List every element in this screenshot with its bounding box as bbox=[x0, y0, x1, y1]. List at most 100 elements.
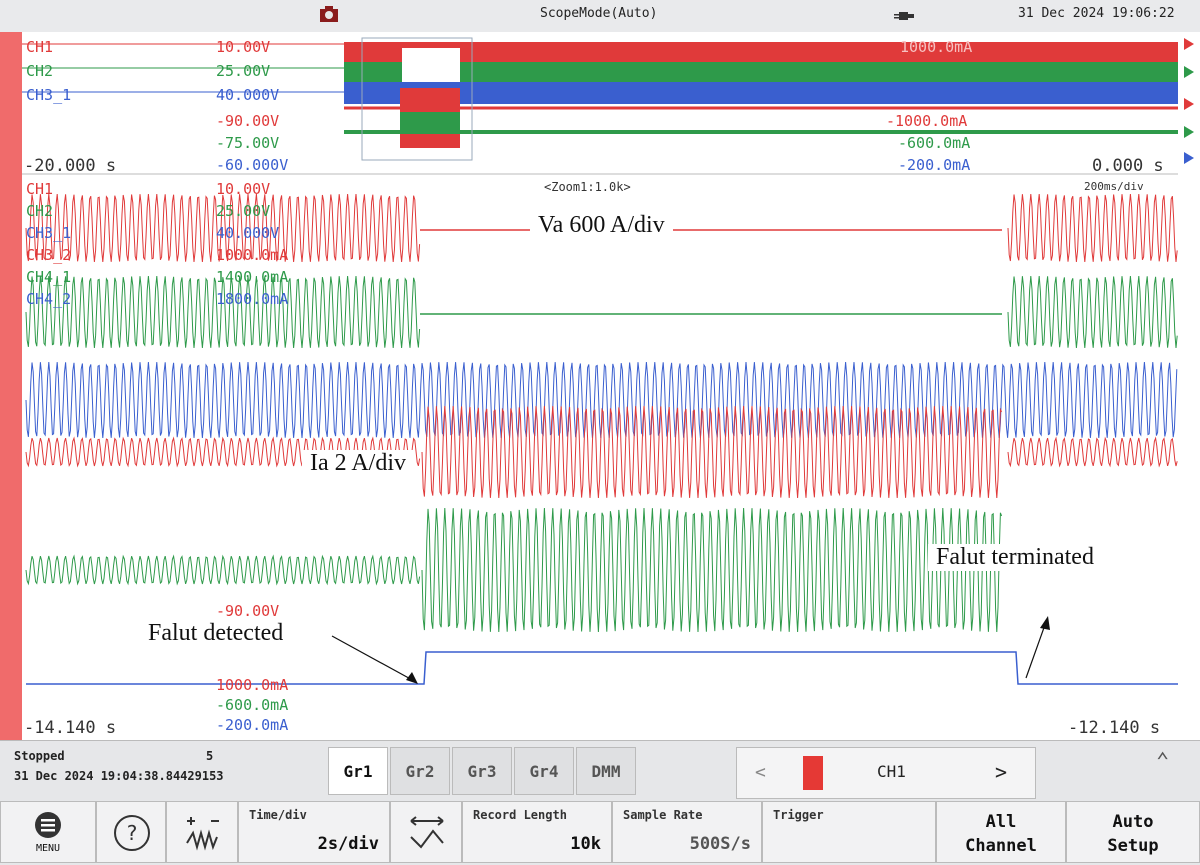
zoom-ib-pre bbox=[25, 554, 421, 586]
acq-timestamp: 31 Dec 2024 19:04:38.84429153 bbox=[14, 769, 224, 783]
zoom-vb-pre bbox=[25, 275, 421, 349]
zoom-va-post bbox=[1007, 193, 1178, 263]
zoom-ch3-2-scale: 1000.0mA bbox=[216, 246, 289, 264]
ov-neg-v-1: -90.00V bbox=[216, 112, 280, 130]
level-markers bbox=[1184, 38, 1194, 164]
zoom-bottom-a1: 1000.0mA bbox=[216, 676, 289, 694]
sample-rate-control[interactable]: Sample Rate 500S/s bbox=[612, 801, 762, 863]
ov-ch2-name: CH2 bbox=[26, 62, 54, 80]
tab-gr4[interactable]: Gr4 bbox=[514, 747, 574, 795]
svg-text:?: ? bbox=[127, 821, 138, 845]
acq-count: 5 bbox=[206, 749, 214, 763]
ov-neg-a-1: -1000.0mA bbox=[886, 112, 968, 130]
zoom-ch4-1-scale: 1400.0mA bbox=[216, 268, 289, 286]
sample-rate-label: Sample Rate bbox=[623, 808, 703, 822]
overview-zoom-ch1b bbox=[400, 132, 460, 148]
tab-gr2[interactable]: Gr2 bbox=[390, 747, 450, 795]
ov-time-start: -20.000 s bbox=[24, 156, 117, 176]
menu-label: MENU bbox=[35, 843, 61, 854]
overview-band-ch2 bbox=[344, 62, 1178, 82]
ov-neg-v-2: -75.00V bbox=[216, 134, 280, 152]
zoom-ch3-1-name: CH3_1 bbox=[26, 224, 72, 242]
ov-neg-a-2: -600.0mA bbox=[898, 134, 971, 152]
zoom-ib-fault bbox=[421, 507, 1003, 633]
menu-button[interactable]: MENU bbox=[0, 801, 96, 863]
record-length-control[interactable]: Record Length 10k bbox=[462, 801, 612, 863]
tab-gr3[interactable]: Gr3 bbox=[452, 747, 512, 795]
all-channel-line2: Channel bbox=[965, 836, 1037, 856]
arrow-terminated-line bbox=[1025, 621, 1047, 679]
zoom-ch3-2-name: CH3_2 bbox=[26, 246, 72, 264]
waveform-display[interactable]: CH1 10.00V CH2 25.00V CH3_1 40.000V 1000… bbox=[22, 32, 1178, 740]
zoom-ch4-2-name: CH4_2 bbox=[26, 290, 72, 308]
zoom-time-end: -12.140 s bbox=[1068, 718, 1161, 738]
overview-band-ch1 bbox=[344, 42, 1178, 62]
annotation-ia: Ia 2 A/div bbox=[302, 450, 414, 477]
overview-gap bbox=[402, 48, 460, 82]
prev-channel-button[interactable]: < bbox=[755, 762, 766, 783]
ov-neg-a-3: -200.0mA bbox=[898, 156, 971, 174]
auto-setup-line1: Auto bbox=[1112, 812, 1154, 832]
ov-time-end: 0.000 s bbox=[1092, 156, 1164, 176]
zoom-waveform-button[interactable] bbox=[166, 801, 238, 863]
overview-band-ch3 bbox=[344, 82, 1178, 104]
trigger-control[interactable]: Trigger bbox=[762, 801, 936, 863]
stretch-waveform-button[interactable] bbox=[390, 801, 462, 863]
help-button[interactable]: ? bbox=[96, 801, 166, 863]
zoom-title: <Zoom1:1.0k> bbox=[544, 180, 631, 194]
all-channel-line1: All bbox=[985, 812, 1017, 832]
timediv-value: 2s/div bbox=[317, 834, 379, 854]
zoom-ch1-scale: 10.00V bbox=[216, 180, 271, 198]
stretch-wave-icon bbox=[410, 816, 444, 849]
tab-dmm[interactable]: DMM bbox=[576, 747, 636, 795]
timediv-label: Time/div bbox=[249, 808, 307, 822]
zoom-bottom-v: -90.00V bbox=[216, 602, 280, 620]
compress-wave-icon bbox=[186, 817, 219, 851]
clock-datetime: 31 Dec 2024 19:06:22 bbox=[1018, 6, 1175, 21]
ov-neg-v-3: -60.000V bbox=[216, 156, 289, 174]
annotation-fault-terminated: Falut terminated bbox=[928, 544, 1102, 571]
zoom-ch1-name: CH1 bbox=[26, 180, 54, 198]
record-length-label: Record Length bbox=[473, 808, 567, 822]
tab-gr1[interactable]: Gr1 bbox=[328, 747, 388, 795]
power-plug-icon bbox=[894, 12, 914, 20]
annotation-fault-detected: Falut detected bbox=[140, 620, 292, 647]
auto-setup-line2: Setup bbox=[1107, 836, 1159, 856]
softkey-row: MENU ? Time/div 2s/div Record Length 10k… bbox=[0, 801, 1200, 865]
arrow-detected-line bbox=[331, 635, 417, 683]
zoom-vb-post bbox=[1007, 275, 1178, 349]
sample-rate-value: 500S/s bbox=[689, 834, 751, 854]
ov-ch3-name: CH3_1 bbox=[26, 86, 72, 104]
ov-ch2-scale: 25.00V bbox=[216, 62, 271, 80]
scope-mode: ScopeMode(Auto) bbox=[540, 6, 658, 21]
record-length-value: 10k bbox=[570, 834, 601, 854]
next-channel-button[interactable]: > bbox=[995, 760, 1007, 784]
annotation-va: Va 600 A/div bbox=[530, 212, 673, 239]
arrow-terminated-head bbox=[1040, 616, 1050, 630]
zoom-ch4-2-scale: 1800.0mA bbox=[216, 290, 289, 308]
timediv-control[interactable]: Time/div 2s/div bbox=[238, 801, 390, 863]
zoom-ch4-1-name: CH4_1 bbox=[26, 268, 72, 286]
channel-marker-strip bbox=[0, 32, 22, 740]
zoom-ch2-scale: 25.00V bbox=[216, 202, 271, 220]
right-marker-bar bbox=[1178, 32, 1200, 740]
collapse-chevron-up-icon[interactable]: ⌃ bbox=[1156, 749, 1169, 774]
overview-zoom-ch2 bbox=[400, 112, 460, 132]
zoom-bottom-a3: -200.0mA bbox=[216, 716, 289, 734]
zoom-ch3-1-scale: 40.000V bbox=[216, 224, 280, 242]
menu-icon bbox=[35, 812, 61, 838]
ov-right-scale: 1000.0mA bbox=[900, 38, 973, 56]
group-tabs: Gr1 Gr2 Gr3 Gr4 DMM bbox=[328, 747, 638, 795]
ov-ch1-scale: 10.00V bbox=[216, 38, 271, 56]
selected-channel: CH1 bbox=[877, 762, 906, 781]
auto-setup-button[interactable]: Auto Setup bbox=[1066, 801, 1200, 863]
zoom-ia-post bbox=[1007, 436, 1178, 468]
zoom-ch2-name: CH2 bbox=[26, 202, 54, 220]
arrow-detected-head bbox=[406, 672, 418, 684]
channel-color-mark bbox=[803, 756, 823, 790]
screenshot-icon[interactable] bbox=[318, 4, 340, 24]
zoom-fault-flag bbox=[26, 651, 1178, 685]
help-icon: ? bbox=[114, 815, 150, 851]
all-channel-button[interactable]: All Channel bbox=[936, 801, 1066, 863]
acq-state: Stopped bbox=[14, 749, 65, 763]
